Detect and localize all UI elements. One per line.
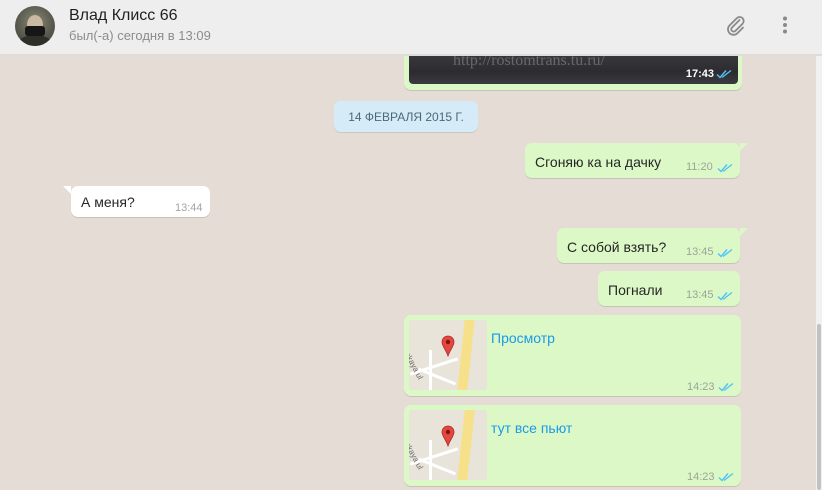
chat-scrollbar[interactable] [816, 56, 822, 490]
location-message[interactable]: ttsevskaya ul тут все пьют 14:23 [404, 405, 741, 486]
location-message[interactable]: ttsevskaya ul Просмотр 14:23 [404, 315, 741, 396]
map-road [429, 440, 432, 480]
message-time: 13:44 [175, 202, 203, 214]
message-time: 13:45 [686, 246, 714, 258]
double-check-icon [718, 472, 734, 482]
paperclip-icon [727, 16, 745, 36]
avatar-mask [25, 26, 45, 36]
avatar-shoulders [17, 35, 53, 46]
message-list[interactable]: http://rostomtrans.tu.ru/ 17:43 14 ФЕВРА… [0, 56, 816, 490]
message-text: Сгоняю ка на дачку [535, 154, 662, 170]
message-time: 14:23 [687, 381, 715, 393]
message-time: 17:43 [685, 68, 714, 80]
vertical-dots-icon [783, 16, 787, 34]
double-check-icon [717, 291, 733, 301]
map-pin-icon [441, 335, 455, 357]
map-thumbnail[interactable]: ttsevskaya ul [409, 410, 487, 480]
message-time: 13:45 [686, 289, 714, 301]
message-time: 11:20 [686, 161, 713, 173]
location-link[interactable]: тут все пьют [491, 420, 572, 436]
map-road [457, 410, 475, 480]
bubble-tail [63, 186, 71, 194]
map-thumbnail[interactable]: ttsevskaya ul [409, 320, 487, 390]
double-check-icon [716, 69, 732, 79]
double-check-icon [717, 248, 733, 258]
photo-message[interactable]: http://rostomtrans.tu.ru/ 17:43 [404, 56, 742, 90]
bubble-tail [740, 228, 748, 236]
message-time: 14:23 [687, 471, 715, 483]
map-pin-icon [441, 425, 455, 447]
outgoing-message[interactable]: Сгоняю ка на дачку 11:20 [525, 143, 748, 178]
incoming-message[interactable]: А меня? 13:44 [63, 186, 210, 217]
contact-name[interactable]: Влад Клисс 66 [69, 7, 178, 25]
bubble-tail [740, 143, 748, 151]
message-text: С собой взять? [567, 239, 667, 255]
map-road [457, 320, 475, 390]
map-road [429, 350, 432, 390]
date-divider: 14 ФЕВРАЛЯ 2015 Г. [334, 101, 478, 132]
location-link[interactable]: Просмотр [491, 330, 555, 346]
menu-button[interactable] [772, 13, 798, 39]
scrollbar-thumb[interactable] [817, 324, 821, 490]
outgoing-message[interactable]: Погнали 13:45 [598, 271, 740, 306]
contact-last-seen: был(-а) сегодня в 13:09 [69, 28, 211, 43]
chat-header: Влад Клисс 66 был(-а) сегодня в 13:09 [0, 0, 822, 55]
attach-button[interactable] [723, 13, 749, 39]
double-check-icon [717, 163, 733, 173]
photo-thumbnail[interactable]: http://rostomtrans.tu.ru/ 17:43 [409, 56, 738, 84]
message-text: Погнали [608, 282, 663, 298]
message-text: А меня? [81, 194, 135, 210]
photo-watermark: http://rostomtrans.tu.ru/ [453, 56, 605, 69]
contact-avatar[interactable] [15, 6, 55, 46]
double-check-icon [718, 382, 734, 392]
outgoing-message[interactable]: С собой взять? 13:45 [557, 228, 748, 263]
